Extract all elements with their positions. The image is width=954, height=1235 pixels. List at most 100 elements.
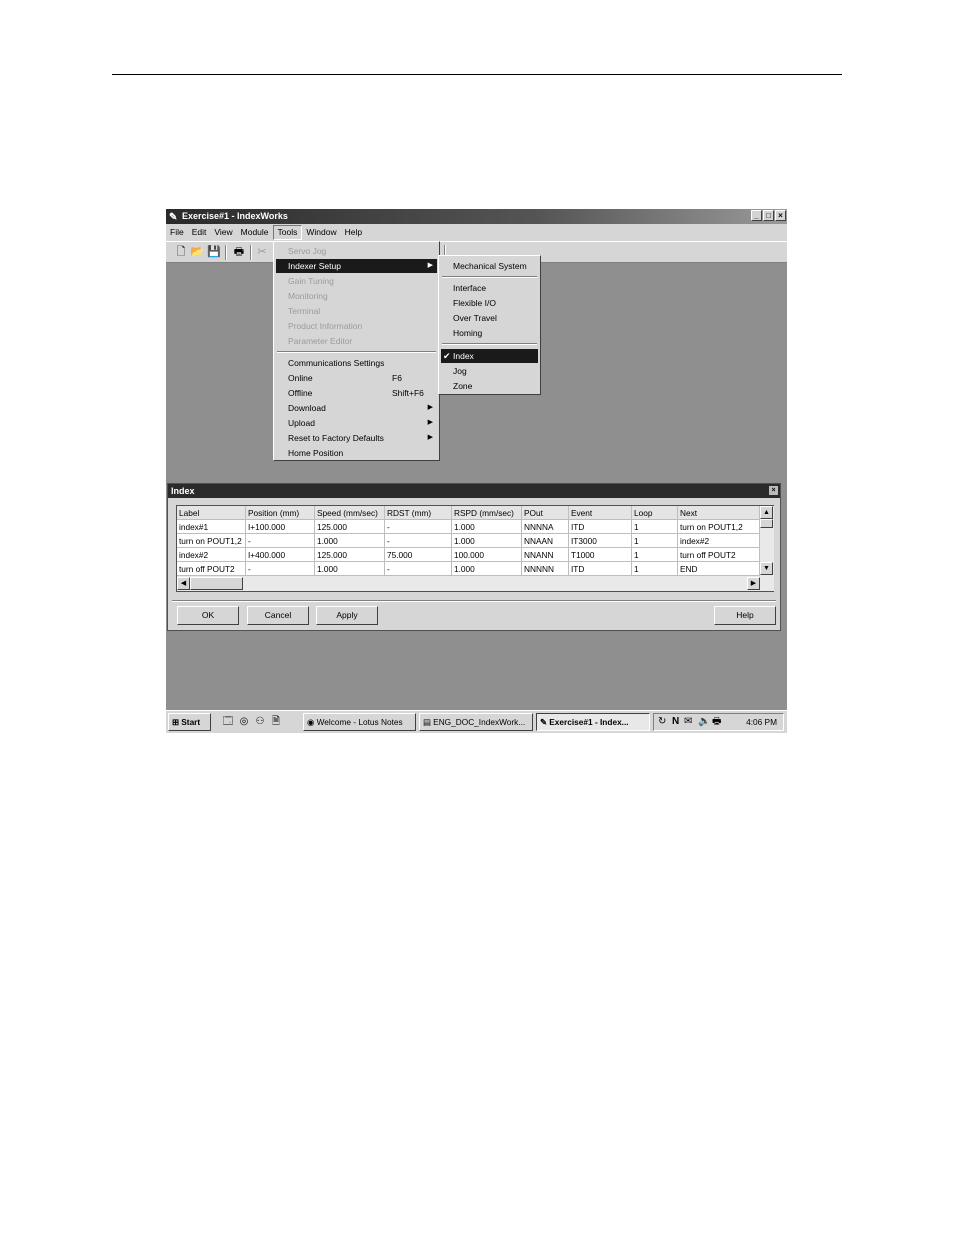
menu-item-monitoring[interactable]: Monitoring (276, 289, 437, 303)
table-cell-loop[interactable]: 1 (632, 520, 678, 534)
submenu-item-index[interactable]: ✔ Index (441, 349, 538, 363)
menu-item-parameter-editor[interactable]: Parameter Editor (276, 334, 437, 348)
table-cell-position[interactable]: I+100.000 (246, 520, 315, 534)
table-cell-next[interactable]: turn off POUT2 (678, 548, 760, 562)
table-cell-rdst[interactable]: - (385, 534, 452, 548)
table-cell-rspd[interactable]: 1.000 (452, 562, 522, 576)
scroll-down-icon[interactable]: ▼ (760, 562, 773, 575)
submenu-item-flexible-io[interactable]: Flexible I/O (441, 296, 538, 310)
column-header-speed[interactable]: Speed (mm/sec) (315, 506, 385, 520)
menu-item-offline[interactable]: Offline Shift+F6 (276, 386, 437, 400)
column-header-event[interactable]: Event (569, 506, 632, 520)
table-cell-rdst[interactable]: - (385, 520, 452, 534)
table-cell-position[interactable]: - (246, 534, 315, 548)
submenu-item-jog[interactable]: Jog (441, 364, 538, 378)
menu-item-upload[interactable]: Upload ▶ (276, 416, 437, 430)
table-cell-rdst[interactable]: 75.000 (385, 548, 452, 562)
print-icon[interactable]: 🖶 (232, 245, 246, 259)
table-cell-speed[interactable]: 1.000 (315, 534, 385, 548)
document-icon[interactable]: 🗎 (270, 715, 282, 728)
table-cell-rspd[interactable]: 100.000 (452, 548, 522, 562)
column-header-label[interactable]: Label (177, 506, 246, 520)
task-exercise-indexworks[interactable]: ✎ Exercise#1 - Index... (536, 713, 650, 731)
menu-item-gain-tuning[interactable]: Gain Tuning (276, 274, 437, 288)
save-icon[interactable]: 💾 (207, 245, 221, 259)
menu-item-product-information[interactable]: Product Information (276, 319, 437, 333)
cut-icon[interactable]: ✂ (255, 245, 269, 259)
menu-view[interactable]: View (210, 224, 236, 241)
table-cell-speed[interactable]: 1.000 (315, 562, 385, 576)
table-cell-pout[interactable]: NNNNA (522, 520, 569, 534)
menu-item-online[interactable]: Online F6 (276, 371, 437, 385)
table-cell-event[interactable]: T1000 (569, 548, 632, 562)
submenu-item-over-travel[interactable]: Over Travel (441, 311, 538, 325)
browser-icon[interactable]: ◎ (238, 715, 250, 728)
sync-icon[interactable]: ↻ (658, 715, 666, 729)
menu-tools[interactable]: Tools (272, 225, 303, 240)
table-cell-loop[interactable]: 1 (632, 534, 678, 548)
table-cell-label[interactable]: index#1 (177, 520, 246, 534)
table-cell-label[interactable]: index#2 (177, 548, 246, 562)
table-cell-rspd[interactable]: 1.000 (452, 534, 522, 548)
ok-button[interactable]: OK (177, 606, 239, 625)
task-lotus-notes[interactable]: ◉ Welcome - Lotus Notes (303, 713, 416, 731)
menu-item-servo-jog[interactable]: Servo Jog (276, 244, 437, 258)
table-cell-position[interactable]: I+400.000 (246, 548, 315, 562)
submenu-item-mechanical-system[interactable]: Mechanical System (441, 259, 538, 273)
menu-window[interactable]: Window (302, 224, 340, 241)
column-header-position[interactable]: Position (mm) (246, 506, 315, 520)
column-header-rspd[interactable]: RSPD (mm/sec) (452, 506, 522, 520)
close-icon[interactable]: × (769, 486, 778, 495)
mail-icon[interactable]: ✉ (684, 715, 692, 729)
menu-module[interactable]: Module (237, 224, 273, 241)
vertical-scrollbar[interactable]: ▲ ▼ (760, 506, 774, 576)
horizontal-scrollbar[interactable]: ◀ ▶ (177, 576, 774, 591)
table-cell-rspd[interactable]: 1.000 (452, 520, 522, 534)
desktop-icon[interactable]: 🗔 (222, 715, 234, 728)
help-button[interactable]: Help (714, 606, 776, 625)
table-cell-pout[interactable]: NNAAN (522, 534, 569, 548)
menu-item-reset-factory-defaults[interactable]: Reset to Factory Defaults ▶ (276, 431, 437, 445)
table-cell-label[interactable]: turn off POUT2 (177, 562, 246, 576)
table-cell-rdst[interactable]: - (385, 562, 452, 576)
menu-edit[interactable]: Edit (188, 224, 211, 241)
menu-file[interactable]: File (166, 224, 188, 241)
table-cell-next[interactable]: turn on POUT1,2 (678, 520, 760, 534)
cancel-button[interactable]: Cancel (247, 606, 309, 625)
speaker-icon[interactable]: 🔈 (698, 715, 710, 729)
table-cell-next[interactable]: index#2 (678, 534, 760, 548)
table-cell-event[interactable]: ITD (569, 562, 632, 576)
menu-item-download[interactable]: Download ▶ (276, 401, 437, 415)
new-file-icon[interactable]: 🗋 (174, 245, 188, 259)
menu-item-communications-settings[interactable]: Communications Settings (276, 356, 437, 370)
column-header-next[interactable]: Next (678, 506, 760, 520)
table-cell-event[interactable]: IT3000 (569, 534, 632, 548)
column-header-loop[interactable]: Loop (632, 506, 678, 520)
submenu-item-interface[interactable]: Interface (441, 281, 538, 295)
table-cell-speed[interactable]: 125.000 (315, 520, 385, 534)
table-cell-pout[interactable]: NNNNN (522, 562, 569, 576)
horizontal-scroll-thumb[interactable] (190, 577, 243, 590)
minimize-button[interactable]: _ (751, 210, 762, 221)
task-eng-doc[interactable]: ▤ ENG_DOC_IndexWork... (419, 713, 533, 731)
table-cell-pout[interactable]: NNANN (522, 548, 569, 562)
table-cell-speed[interactable]: 125.000 (315, 548, 385, 562)
menu-item-terminal[interactable]: Terminal (276, 304, 437, 318)
menu-help[interactable]: Help (341, 224, 366, 241)
submenu-item-zone[interactable]: Zone (441, 379, 538, 393)
table-cell-loop[interactable]: 1 (632, 562, 678, 576)
table-cell-next[interactable]: END (678, 562, 760, 576)
scroll-left-icon[interactable]: ◀ (177, 577, 190, 590)
scroll-up-icon[interactable]: ▲ (760, 506, 773, 519)
column-header-pout[interactable]: POut (522, 506, 569, 520)
close-button[interactable]: × (775, 210, 786, 221)
menu-item-home-position[interactable]: Home Position (276, 446, 437, 460)
scroll-right-icon[interactable]: ▶ (747, 577, 760, 590)
table-cell-event[interactable]: ITD (569, 520, 632, 534)
table-cell-loop[interactable]: 1 (632, 548, 678, 562)
table-cell-position[interactable]: - (246, 562, 315, 576)
notes-tray-icon[interactable]: N (672, 715, 679, 729)
table-cell-label[interactable]: turn on POUT1,2 (177, 534, 246, 548)
menu-item-indexer-setup[interactable]: Indexer Setup ▶ (276, 259, 437, 273)
network-icon[interactable]: ⚇ (254, 715, 266, 728)
